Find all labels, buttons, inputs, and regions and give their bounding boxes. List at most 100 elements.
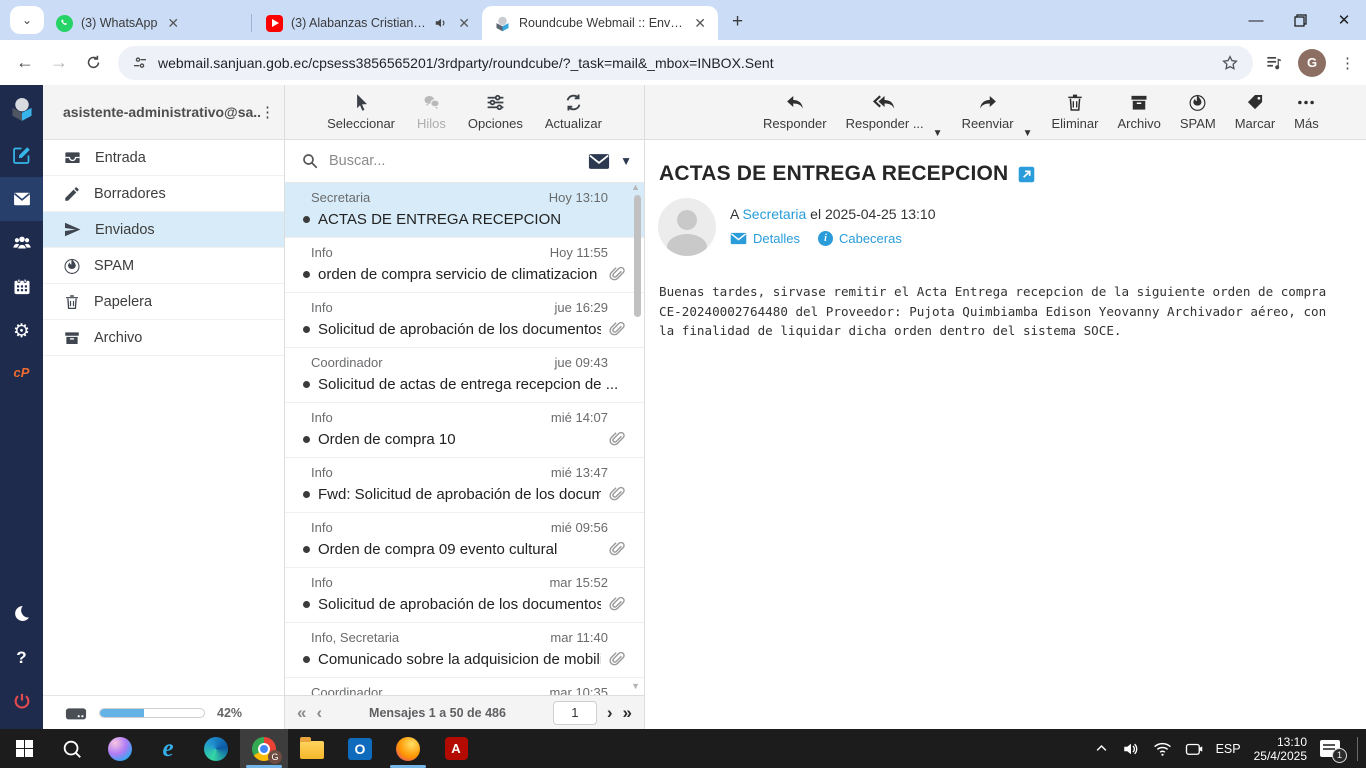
search-scope-mail-icon[interactable] [588,153,610,170]
mail-nav-icon[interactable] [0,177,43,221]
select-button[interactable]: Seleccionar [327,92,395,131]
archive-button[interactable]: Archivo [1117,92,1161,131]
restore-button[interactable] [1278,0,1322,40]
acrobat-button[interactable]: A [432,729,480,768]
clock-time: 13:10 [1276,734,1307,749]
account-menu-icon[interactable]: ⋮ [260,103,276,121]
url-text[interactable]: webmail.sanjuan.gob.ec/cpsess3856565201/… [158,55,1211,71]
refresh-list-button[interactable]: Actualizar [545,92,602,131]
show-desktop-strip[interactable] [1357,736,1358,761]
sidebar-item-enviados[interactable]: Enviados [43,212,284,248]
reply-all-dropdown-icon[interactable]: ▼ [933,128,943,139]
outlook-button[interactable]: O [336,729,384,768]
language-indicator[interactable]: ESP [1216,742,1241,756]
settings-gear-icon[interactable]: ⚙ [0,309,43,353]
media-controls-icon[interactable] [1265,53,1284,72]
tune-icon[interactable] [132,55,148,71]
message-row[interactable]: Info jue 16:29 Solicitud de aprobación d… [285,293,644,348]
delete-button[interactable]: Eliminar [1052,92,1098,131]
profile-avatar[interactable]: G [1298,48,1326,77]
close-window-button[interactable]: ✕ [1322,0,1366,40]
forward-icon[interactable]: → [42,46,76,80]
scroll-up-icon[interactable]: ▲ [631,182,640,192]
chrome-button[interactable]: G [240,729,288,768]
roundcube-logo-icon[interactable] [0,85,43,133]
file-explorer-button[interactable] [288,729,336,768]
reply-button[interactable]: Responder [763,92,827,131]
message-row[interactable]: Coordinador mar 10:35 [285,678,644,695]
url-bar[interactable]: webmail.sanjuan.gob.ec/cpsess3856565201/… [118,45,1253,80]
first-page-icon[interactable]: « [297,703,306,723]
search-input[interactable] [329,153,579,169]
details-button[interactable]: Detalles [730,231,800,246]
sidebar-item-entrada[interactable]: Entrada [43,140,284,176]
new-tab-button[interactable]: + [732,11,743,33]
edge-button[interactable] [192,729,240,768]
scroll-down-icon[interactable]: ▼ [631,681,640,691]
compose-icon[interactable] [0,133,43,177]
mark-button[interactable]: Marcar [1235,92,1275,131]
list-scrollbar[interactable] [634,195,641,317]
tab-audio-icon[interactable] [434,16,448,30]
sidebar-item-borradores[interactable]: Borradores [43,176,284,212]
forward-button[interactable]: Reenviar [962,92,1014,131]
message-row[interactable]: Info mié 09:56 Orden de compra 09 evento… [285,513,644,568]
open-in-new-window-icon[interactable] [1018,166,1035,183]
tab-search-button[interactable]: ⌄ [10,6,44,34]
tab-whatsapp[interactable]: (3) WhatsApp ✕ [44,8,249,38]
more-label: Más [1294,116,1319,131]
sidebar-item-archivo[interactable]: Archivo [43,320,284,356]
reply-all-button[interactable]: Responder ... [846,92,924,131]
logout-power-icon[interactable] [0,679,43,723]
more-button[interactable]: Más [1294,92,1319,131]
meet-now-icon[interactable] [1185,741,1203,757]
message-row[interactable]: Info mar 15:52 Solicitud de aprobación d… [285,568,644,623]
taskbar-search-button[interactable] [48,729,96,768]
last-page-icon[interactable]: » [623,703,632,723]
browser-menu-icon[interactable]: ⋮ [1340,54,1356,72]
start-button[interactable] [0,729,48,768]
calendar-icon[interactable] [0,265,43,309]
wifi-icon[interactable] [1153,741,1172,757]
close-icon[interactable]: ✕ [165,15,181,32]
firefox-button[interactable] [384,729,432,768]
minimize-button[interactable]: — [1234,0,1278,40]
refresh-icon[interactable] [76,46,110,80]
clock[interactable]: 13:10 25/4/2025 [1254,735,1307,763]
headers-button[interactable]: i Cabeceras [817,231,902,246]
message-row[interactable]: Info mié 13:47 Fwd: Solicitud de aprobac… [285,458,644,513]
message-row[interactable]: Coordinador jue 09:43 Solicitud de actas… [285,348,644,403]
tab-youtube[interactable]: (3) Alabanzas Cristianas 202 ✕ [254,8,482,38]
recipient-link[interactable]: Secretaria [742,206,806,222]
threads-button[interactable]: Hilos [417,92,446,131]
next-page-icon[interactable]: › [607,703,613,723]
options-label: Opciones [467,116,523,131]
volume-icon[interactable] [1122,740,1140,758]
spam-button[interactable]: SPAM [1180,92,1216,131]
prev-page-icon[interactable]: ‹ [316,703,322,723]
tab-roundcube[interactable]: Roundcube Webmail :: Enviados ✕ [482,6,718,40]
options-button[interactable]: Opciones [468,92,523,131]
internet-explorer-button[interactable]: e [144,729,192,768]
forward-dropdown-icon[interactable]: ▼ [1023,128,1033,139]
dark-mode-moon-icon[interactable] [0,591,43,635]
bookmark-star-icon[interactable] [1221,54,1239,72]
copilot-button[interactable] [96,729,144,768]
trash-icon [1068,94,1082,111]
cpanel-icon[interactable]: cP [0,353,43,391]
sidebar-item-papelera[interactable]: Papelera [43,284,284,320]
page-number-input[interactable] [552,700,597,725]
message-row[interactable]: Secretaria Hoy 13:10 ACTAS DE ENTREGA RE… [285,183,644,238]
close-icon[interactable]: ✕ [456,15,472,32]
back-icon[interactable]: ← [8,46,42,80]
message-row[interactable]: Info Hoy 11:55 orden de compra servicio … [285,238,644,293]
message-row[interactable]: Info mié 14:07 Orden de compra 10 [285,403,644,458]
tray-expand-chevron-icon[interactable] [1094,741,1109,756]
message-row[interactable]: Info, Secretaria mar 11:40 Comunicado so… [285,623,644,678]
help-icon[interactable]: ? [0,635,43,679]
notification-center-icon[interactable]: 1 [1320,740,1347,763]
search-options-chevron-icon[interactable]: ▼ [620,154,632,168]
sidebar-item-spam[interactable]: SPAM [43,248,284,284]
contacts-icon[interactable] [0,221,43,265]
close-icon[interactable]: ✕ [692,15,708,32]
